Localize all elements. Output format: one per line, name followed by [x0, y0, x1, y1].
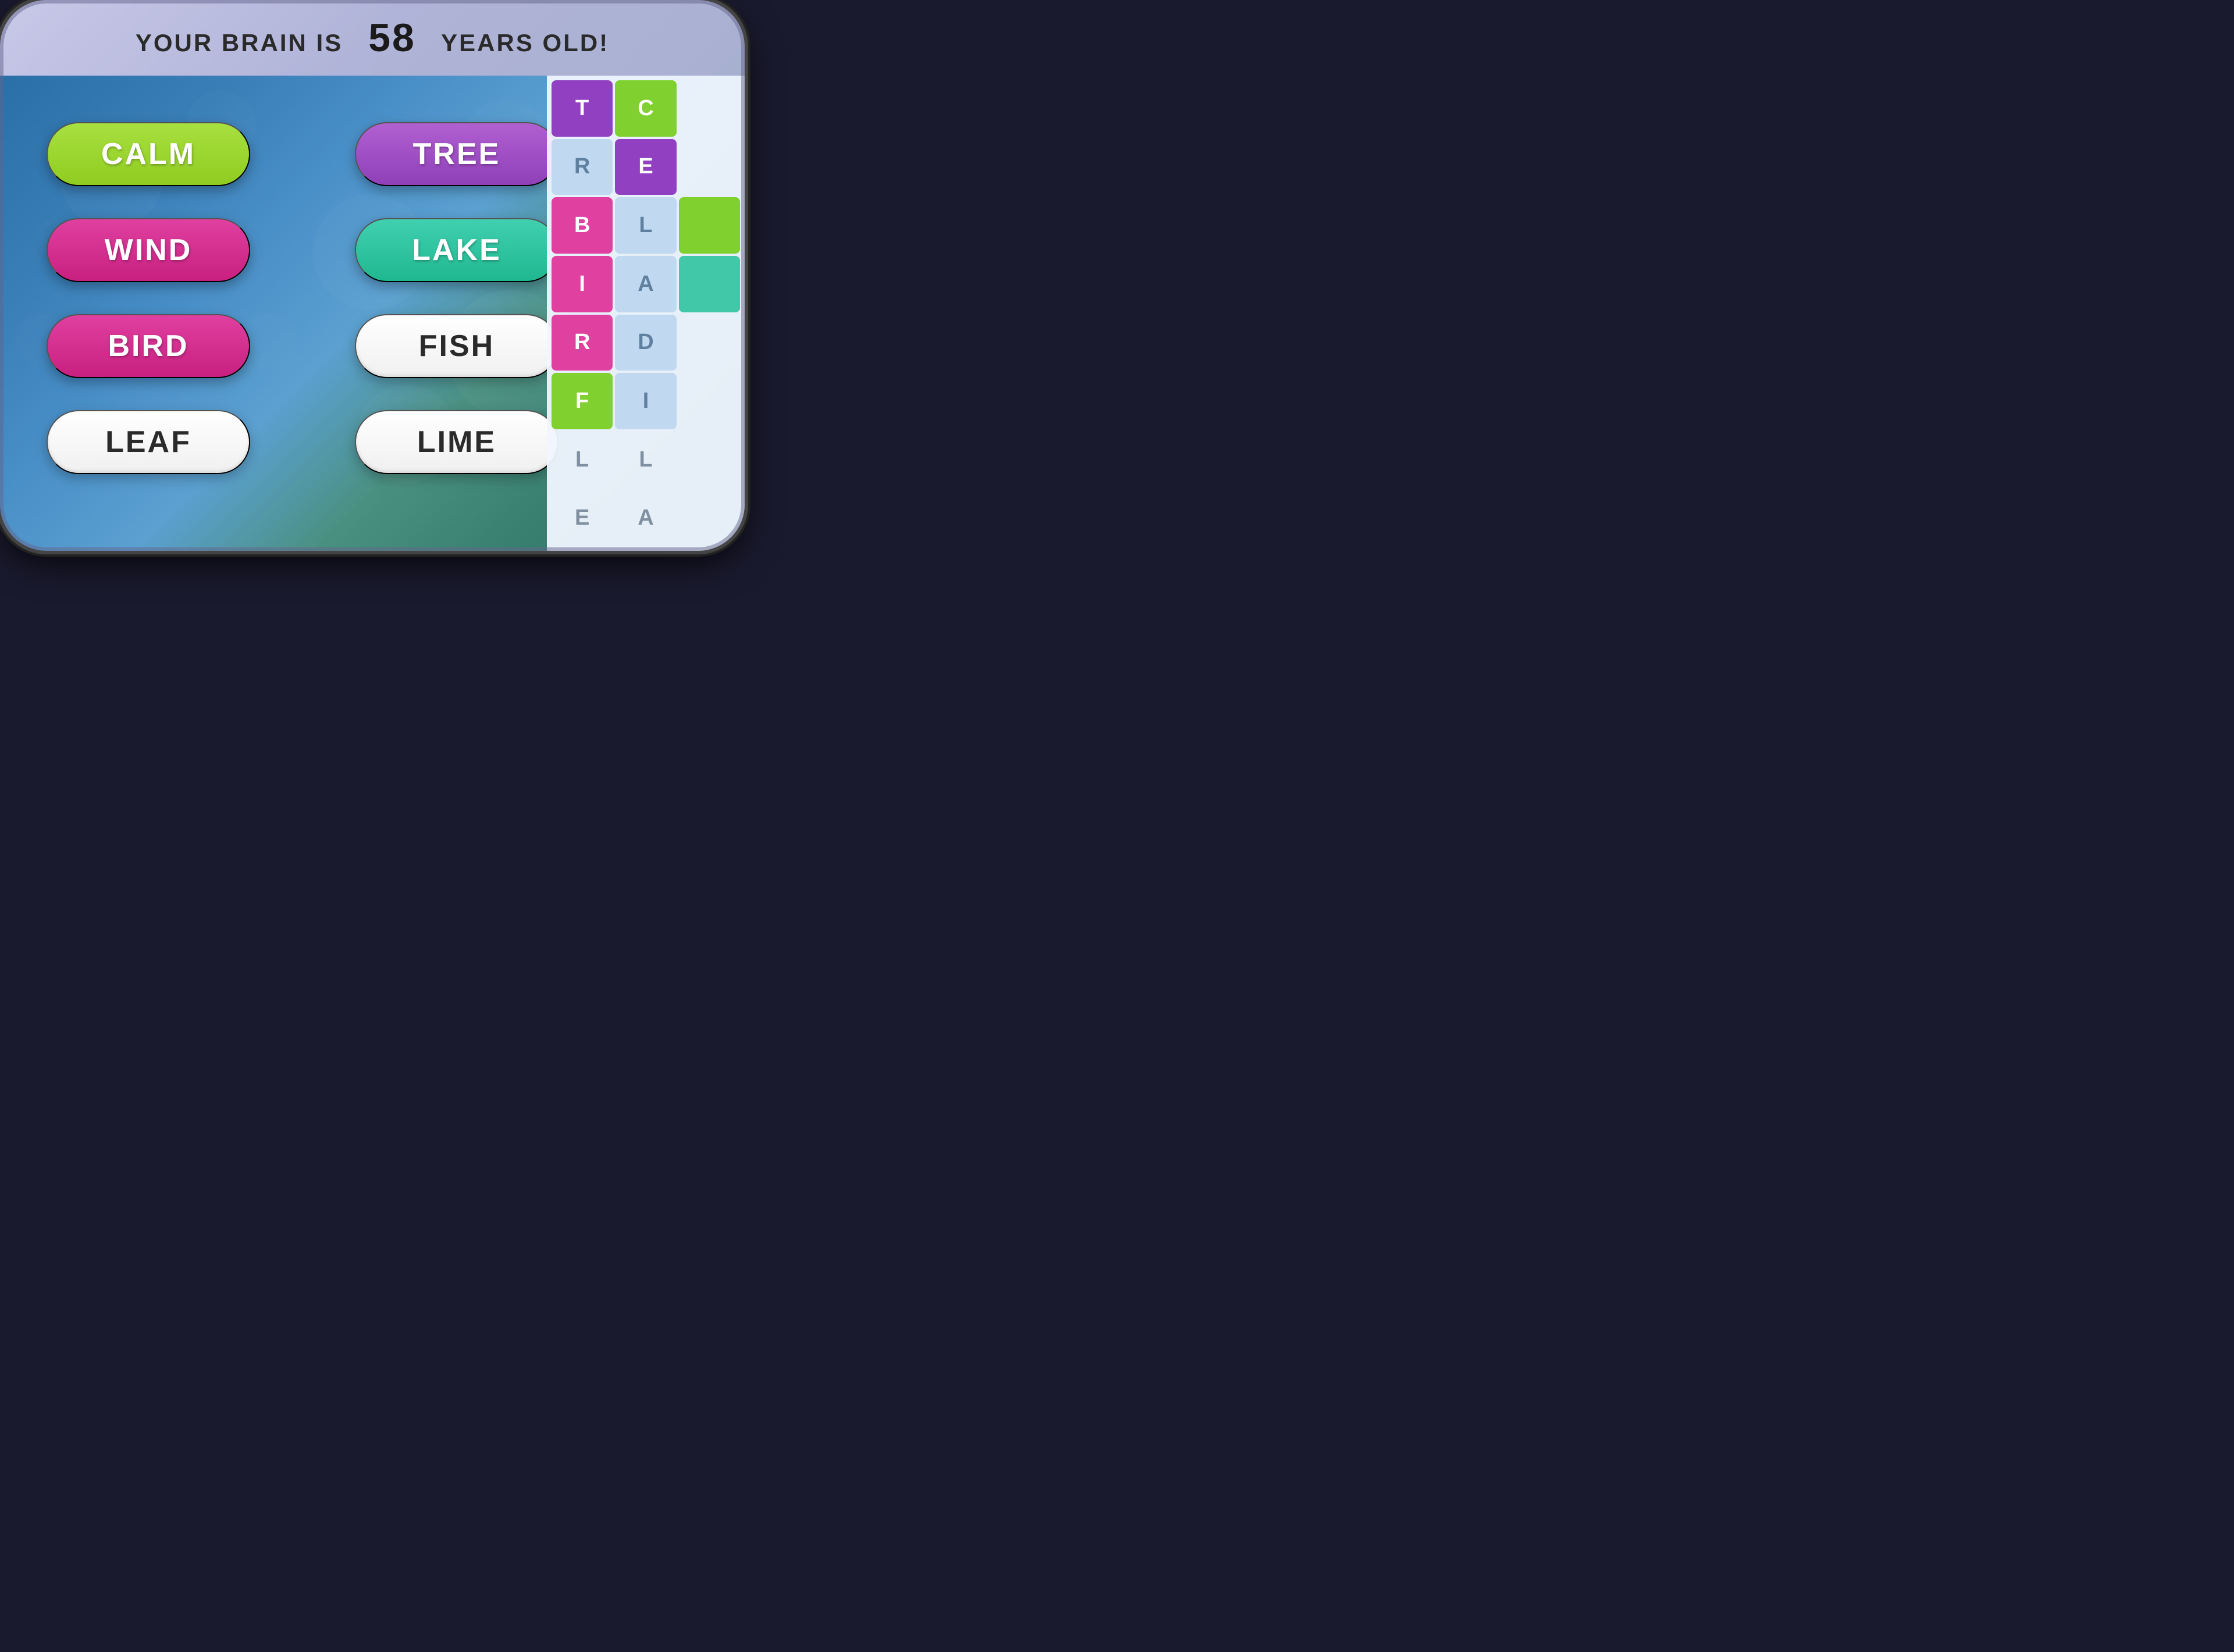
- grid-cell-teal: [679, 256, 740, 312]
- grid-cell-C: C: [615, 80, 676, 137]
- grid-cell-L1: L: [552, 432, 613, 488]
- header-bar: YOUR BRAIN IS 58 YEARS OLD!: [0, 0, 745, 76]
- header-suffix: YEARS OLD!: [441, 29, 609, 56]
- word-lake-button[interactable]: LAKE: [355, 218, 558, 282]
- right-panel: T C R E B L I A R D F I L L E A: [547, 76, 745, 551]
- grid-cell-I2: I: [615, 373, 676, 429]
- grid-cell-empty-1: [679, 80, 740, 137]
- word-tree-button[interactable]: TREE: [355, 122, 558, 186]
- word-fish-button[interactable]: FISH: [355, 314, 558, 378]
- phone-frame: YOUR BRAIN IS 58 YEARS OLD! CALM TREE: [0, 0, 745, 551]
- grid-cell-L: L: [615, 197, 676, 254]
- words-container: CALM TREE WIND LAKE BIRD FISH LEAF LIME: [35, 111, 570, 486]
- grid-cell-empty-3: [679, 315, 740, 371]
- grid-cell-A2: A: [615, 490, 676, 546]
- word-calm-label: CALM: [101, 137, 195, 172]
- brain-age-number: 58: [368, 16, 416, 60]
- word-wind-label: WIND: [105, 233, 193, 268]
- word-bird-button[interactable]: BIRD: [47, 314, 250, 378]
- grid-cell-empty-2: [679, 139, 740, 195]
- word-lake-label: LAKE: [412, 233, 501, 268]
- grid-cell-A: A: [615, 256, 676, 312]
- word-bird-label: BIRD: [108, 329, 188, 364]
- grid-cell-F: F: [552, 373, 613, 429]
- grid-cell-empty-5: [679, 432, 740, 488]
- grid-cell-R: R: [552, 139, 613, 195]
- grid-cell-empty-6: [679, 490, 740, 546]
- word-leaf-label: LEAF: [105, 425, 191, 460]
- grid-cell-E2: E: [552, 490, 613, 546]
- game-area: CALM TREE WIND LAKE BIRD FISH LEAF LIME: [0, 76, 745, 551]
- grid-cell-L2: L: [615, 432, 676, 488]
- word-lime-button[interactable]: LIME: [355, 410, 558, 474]
- grid-cell-B: B: [552, 197, 613, 254]
- header-text: YOUR BRAIN IS 58 YEARS OLD!: [136, 15, 609, 60]
- grid-cell-E: E: [615, 139, 676, 195]
- word-tree-label: TREE: [413, 137, 501, 172]
- word-lime-label: LIME: [417, 425, 496, 460]
- word-fish-label: FISH: [419, 329, 495, 364]
- word-leaf-button[interactable]: LEAF: [47, 410, 250, 474]
- grid-cell-V: [679, 197, 740, 254]
- grid-cell-R2: R: [552, 315, 613, 371]
- grid-cell-I: I: [552, 256, 613, 312]
- grid-cell-empty-4: [679, 373, 740, 429]
- word-calm-button[interactable]: CALM: [47, 122, 250, 186]
- grid-cell-D: D: [615, 315, 676, 371]
- header-prefix: YOUR BRAIN IS: [136, 29, 343, 56]
- grid-cell-T: T: [552, 80, 613, 137]
- word-wind-button[interactable]: WIND: [47, 218, 250, 282]
